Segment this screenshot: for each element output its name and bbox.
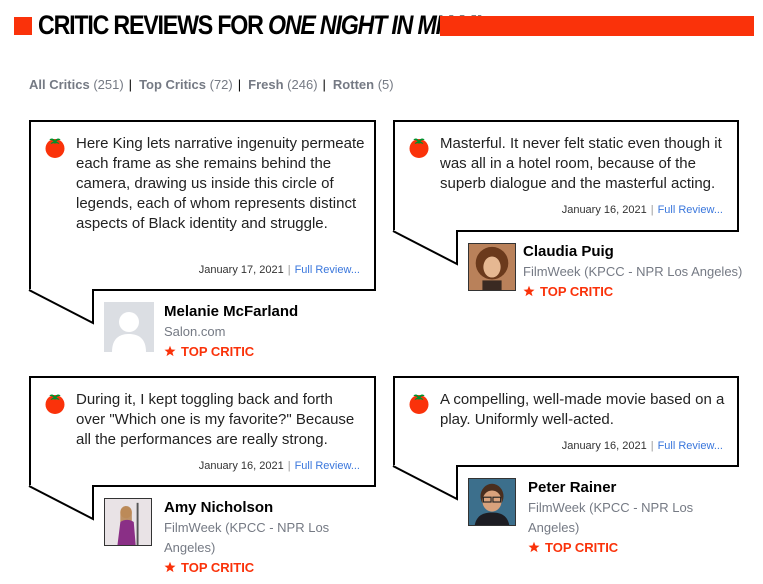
review-card: Masterful. It never felt static even tho… (393, 120, 739, 232)
top-critic-badge: TOP CRITIC (523, 284, 613, 299)
fresh-tomato-icon (43, 135, 67, 159)
review-meta: January 17, 2021 | Full Review... (199, 264, 360, 276)
top-critic-label: TOP CRITIC (181, 344, 255, 359)
filter-count: (5) (377, 77, 394, 92)
critic-name[interactable]: Claudia Puig (523, 243, 614, 260)
top-critic-badge: TOP CRITIC (528, 540, 618, 555)
top-critic-label: TOP CRITIC (540, 284, 614, 299)
critic-publication[interactable]: FilmWeek (KPCC - NPR Los Angeles) (523, 262, 742, 282)
top-critic-badge: TOP CRITIC (164, 560, 254, 575)
meta-separator: | (287, 460, 291, 472)
filter-all-critics[interactable]: All Critics (251) (29, 77, 124, 92)
filter-label: Top Critics (139, 77, 206, 92)
filter-rotten[interactable]: Rotten (5) (333, 77, 394, 92)
meta-separator: | (650, 440, 654, 452)
full-review-link[interactable]: Full Review... (658, 204, 723, 216)
filter-fresh[interactable]: Fresh (246) (248, 77, 317, 92)
top-critic-label: TOP CRITIC (545, 540, 619, 555)
fresh-tomato-icon (407, 391, 431, 415)
review-filters: All Critics (251) | Top Critics (72) | Fresh… (29, 77, 394, 92)
review-quote: Here King lets narrative ingenuity perme… (76, 135, 365, 232)
review-card: Here King lets narrative ingenuity perme… (29, 120, 376, 291)
critic-name[interactable]: Amy Nicholson (164, 499, 273, 516)
star-icon (164, 561, 176, 573)
review-quote: Masterful. It never felt static even tho… (440, 135, 722, 192)
review-meta: January 16, 2021 | Full Review... (199, 460, 360, 472)
critic-publication[interactable]: Salon.com (164, 322, 225, 342)
star-icon (523, 285, 535, 297)
filter-count: (246) (287, 77, 318, 92)
filter-separator: | (128, 77, 133, 92)
page-title: CRITIC REVIEWS FOR ONE NIGHT IN MIAMI (38, 10, 481, 41)
review-quote: A compelling, well-made movie based on a… (440, 391, 725, 428)
header-accent-square (14, 17, 32, 35)
full-review-link[interactable]: Full Review... (658, 440, 723, 452)
bubble-tail (392, 230, 458, 266)
page-title-prefix: CRITIC REVIEWS FOR (38, 10, 268, 40)
top-critic-label: TOP CRITIC (181, 560, 255, 575)
bubble-tail (28, 485, 94, 521)
critic-publication[interactable]: FilmWeek (KPCC - NPR Los Angeles) (528, 498, 708, 538)
meta-separator: | (650, 204, 654, 216)
avatar (468, 478, 516, 526)
bubble-tail (28, 289, 94, 325)
fresh-tomato-icon (407, 135, 431, 159)
filter-label: All Critics (29, 77, 90, 92)
filter-separator: | (322, 77, 326, 92)
avatar (104, 498, 152, 546)
review-card: A compelling, well-made movie based on a… (393, 376, 739, 467)
filter-label: Fresh (248, 77, 284, 92)
review-date: January 16, 2021 (561, 204, 647, 216)
filter-label: Rotten (332, 77, 375, 92)
review-date: January 16, 2021 (561, 440, 647, 452)
avatar (468, 243, 516, 291)
review-date: January 17, 2021 (198, 264, 284, 276)
top-critic-badge: TOP CRITIC (164, 344, 254, 359)
critic-photo (105, 499, 151, 545)
star-icon (164, 345, 176, 357)
critic-photo (469, 479, 515, 525)
review-quote: During it, I kept toggling back and fort… (76, 391, 355, 448)
critic-name[interactable]: Peter Rainer (528, 479, 616, 496)
full-review-link[interactable]: Full Review... (295, 460, 360, 472)
fresh-tomato-icon (43, 391, 67, 415)
review-meta: January 16, 2021 | Full Review... (562, 204, 723, 216)
filter-top-critics[interactable]: Top Critics (72) (139, 77, 233, 92)
filter-separator: | (237, 77, 242, 92)
placeholder-avatar-icon (112, 312, 146, 352)
review-meta: January 16, 2021 | Full Review... (562, 440, 723, 452)
star-icon (528, 541, 540, 553)
header-accent-bar (440, 16, 754, 36)
filter-count: (72) (209, 77, 233, 92)
bubble-tail (392, 465, 458, 501)
critic-publication[interactable]: FilmWeek (KPCC - NPR Los Angeles) (164, 518, 344, 558)
filter-count: (251) (93, 77, 124, 92)
critic-name[interactable]: Melanie McFarland (164, 303, 298, 320)
review-date: January 16, 2021 (198, 460, 284, 472)
meta-separator: | (287, 264, 291, 276)
critic-photo (469, 244, 515, 290)
review-card: During it, I kept toggling back and fort… (29, 376, 376, 487)
avatar (104, 302, 154, 352)
full-review-link[interactable]: Full Review... (295, 264, 360, 276)
